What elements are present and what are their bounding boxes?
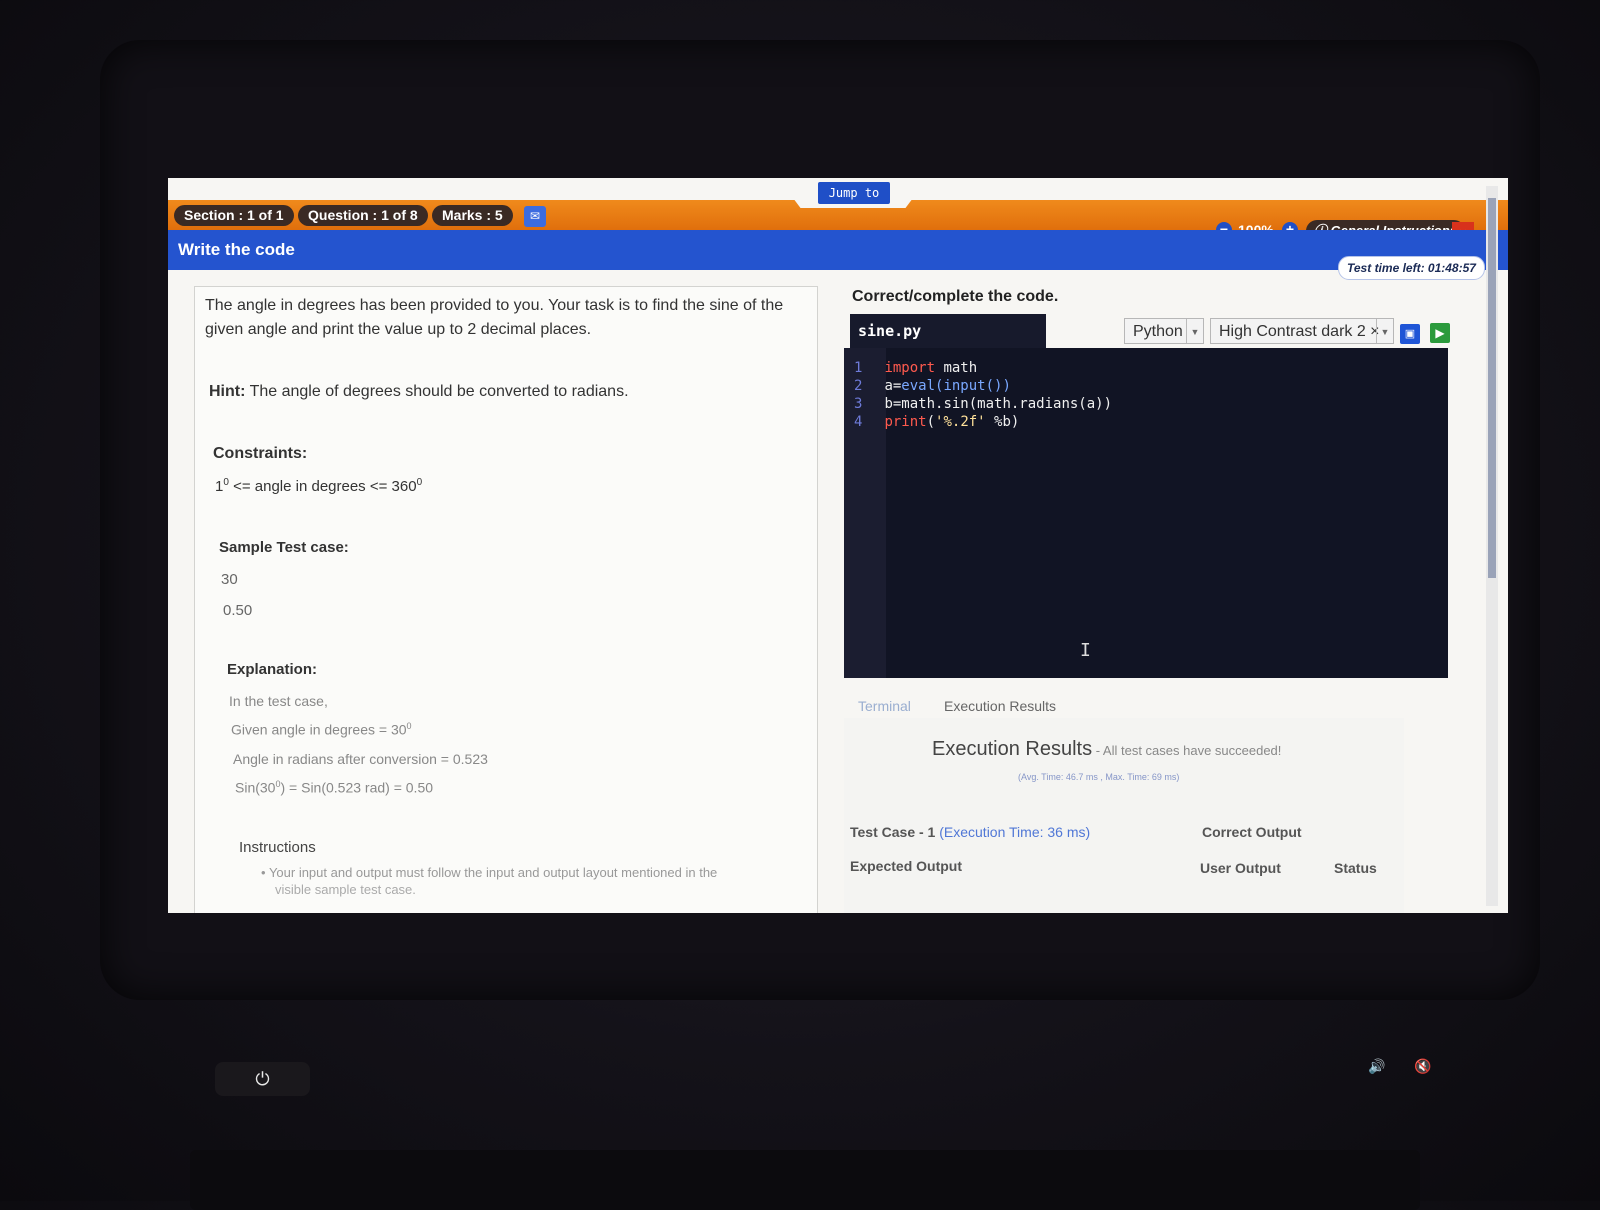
tab-execution-results[interactable]: Execution Results — [944, 698, 1056, 714]
explanation-line-4: Sin(300) = Sin(0.523 rad) = 0.50 — [235, 779, 434, 796]
chevron-down-icon: ▼ — [1186, 319, 1203, 343]
tab-terminal[interactable]: Terminal — [858, 698, 911, 714]
expected-output-header: Expected Output — [850, 858, 963, 874]
language-select[interactable]: Python ▼ — [1124, 318, 1204, 344]
save-icon[interactable]: ▣ — [1400, 324, 1420, 344]
marks-badge: Marks : 5 — [432, 205, 513, 226]
explanation-label: Explanation: — [227, 661, 318, 678]
hint-label: Hint: — [209, 383, 246, 400]
file-tab[interactable]: sine.py — [850, 314, 1046, 348]
sample-output: 0.50 — [223, 602, 253, 619]
jump-to-button[interactable]: Jump to — [818, 182, 890, 204]
explanation-line-1: In the test case, — [229, 693, 328, 709]
hint-text: The angle of degrees should be converted… — [249, 383, 629, 400]
explanation-line-2: Given angle in degrees = 300 — [231, 721, 412, 738]
volume-up-icon: 🔊 — [1368, 1058, 1386, 1074]
code-line: 1 import math — [854, 360, 978, 376]
section-badge: Section : 1 of 1 — [174, 205, 294, 226]
user-output-header: User Output — [1200, 860, 1281, 876]
question-badge[interactable]: Question : 1 of 8 — [298, 205, 428, 226]
instruction-item-cont: visible sample test case. — [275, 882, 416, 897]
correct-output-label: Correct Output — [1202, 824, 1302, 840]
test-case-label: Test Case - 1 (Execution Time: 36 ms) — [850, 824, 1091, 840]
title-bar — [168, 230, 1508, 270]
problem-panel: The angle in degrees has been provided t… — [194, 286, 818, 913]
constraint-text: 10 <= angle in degrees <= 3600 — [215, 477, 423, 495]
run-icon[interactable]: ▶ — [1430, 323, 1450, 343]
results-stats: (Avg. Time: 46.7 ms , Max. Time: 69 ms) — [1018, 772, 1180, 782]
code-line: 2 a=eval(input()) — [854, 378, 1011, 394]
results-title: Execution Results - All test cases have … — [932, 738, 1282, 760]
screen: Jump to Section : 1 of 1 Question : 1 of… — [168, 178, 1508, 913]
sample-label: Sample Test case: — [219, 539, 349, 556]
statement-line-1: The angle in degrees has been provided t… — [205, 297, 784, 314]
code-editor[interactable]: 1 import math 2 a=eval(input()) 3 b=math… — [844, 348, 1448, 678]
instructions-label: Instructions — [239, 839, 316, 856]
explanation-line-3: Angle in radians after conversion = 0.52… — [233, 751, 488, 767]
statement-line-2: given angle and print the value up to 2 … — [205, 321, 592, 338]
page-title: Write the code — [178, 240, 295, 259]
chat-icon[interactable]: ✉ — [524, 206, 546, 227]
constraints-label: Constraints: — [213, 445, 308, 462]
power-icon[interactable]: ⏻ — [215, 1062, 310, 1096]
text-cursor-icon: I — [1080, 640, 1091, 661]
code-line: 3 b=math.sin(math.radians(a)) — [854, 396, 1113, 412]
code-line: 4 print('%.2f' %b) — [854, 414, 1020, 430]
mute-icon: 🔇 — [1414, 1058, 1432, 1074]
test-timer: Test time left: 01:48:57 — [1338, 256, 1485, 280]
scrollbar-thumb[interactable] — [1488, 198, 1496, 578]
instruction-item: • Your input and output must follow the … — [261, 865, 718, 880]
hint: Hint: The angle of degrees should be con… — [209, 383, 629, 401]
keyboard — [190, 1150, 1420, 1210]
status-header: Status — [1334, 860, 1377, 876]
chevron-down-icon: ▼ — [1376, 319, 1393, 343]
editor-heading: Correct/complete the code. — [852, 288, 1059, 305]
theme-select[interactable]: High Contrast dark 2 × ▼ — [1210, 318, 1394, 344]
sample-input: 30 — [221, 571, 238, 588]
